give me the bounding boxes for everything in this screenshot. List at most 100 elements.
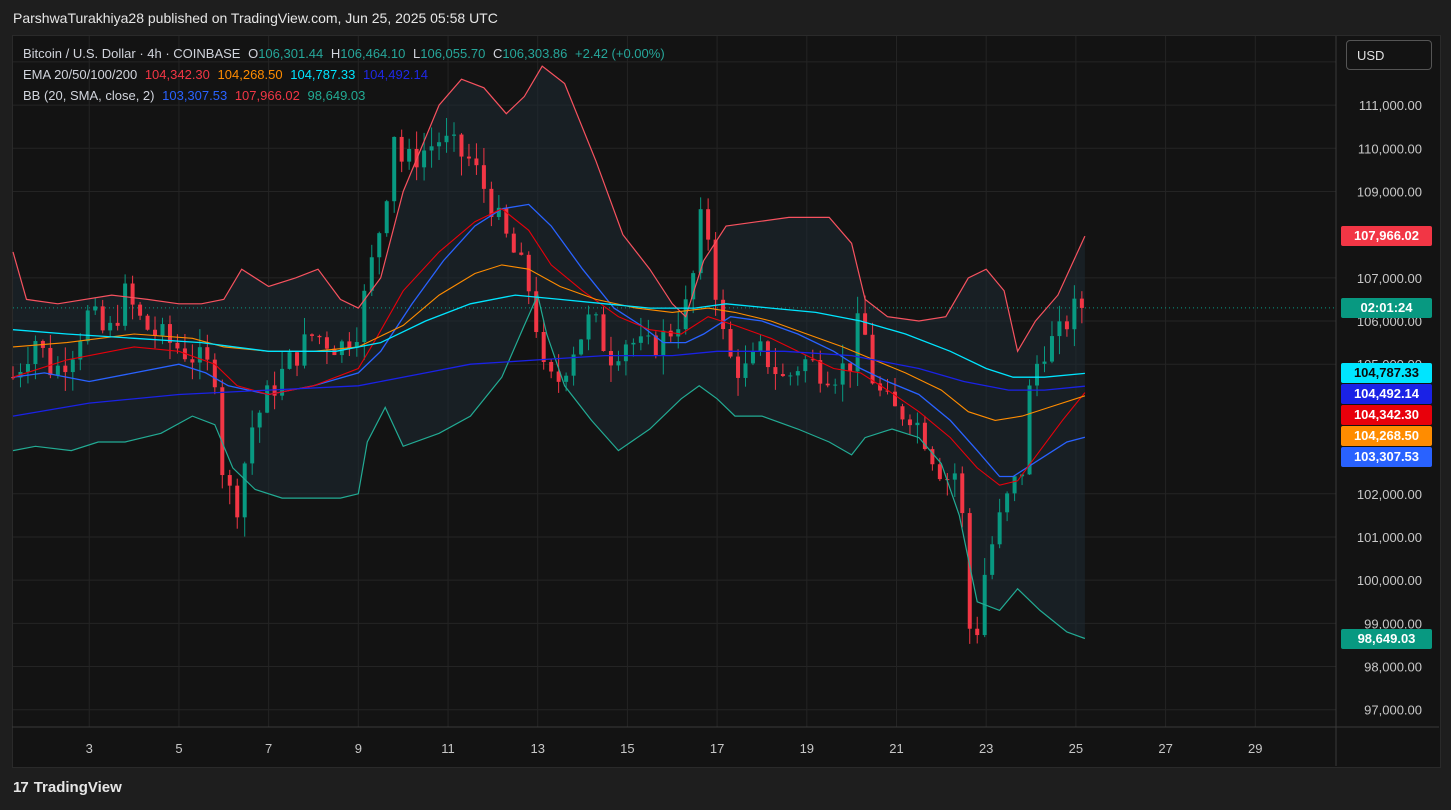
candle-up (698, 209, 703, 274)
candle-down (48, 347, 53, 376)
price-tick-label: 101,000.00 (1357, 530, 1422, 545)
candle-down (706, 209, 711, 240)
candle-down (324, 337, 329, 349)
ema50-value: 104,268.50 (217, 67, 283, 82)
candle-down (668, 330, 673, 337)
bb-lower-value: 98,649.03 (307, 88, 366, 103)
candle-up (287, 352, 292, 369)
candle-up (1035, 363, 1040, 386)
candle-up (25, 364, 30, 372)
candle-down (975, 628, 980, 636)
time-tick-label: 13 (530, 741, 544, 756)
candle-down (1079, 298, 1084, 308)
candle-up (1005, 493, 1010, 513)
time-tick-label: 29 (1248, 741, 1262, 756)
price-tick-label: 107,000.00 (1357, 271, 1422, 286)
candle-down (728, 329, 733, 357)
candle-down (541, 331, 546, 362)
candle-up (429, 146, 434, 151)
tradingview-brand[interactable]: 17 TradingView (13, 779, 122, 796)
price-tick-label: 110,000.00 (1358, 141, 1422, 156)
candle-up (1012, 476, 1017, 494)
legend-high-value: 106,464.10 (340, 46, 406, 61)
candle-down (317, 335, 322, 338)
legend-open-label: O (248, 46, 259, 61)
candle-down (900, 406, 905, 420)
ema-indicator-label[interactable]: EMA 20/50/100/200 (23, 67, 137, 82)
legend-bb-row: BB (20, SMA, close, 2) 103,307.53 107,96… (23, 88, 369, 103)
candle-down (526, 254, 531, 292)
candle-down (205, 347, 210, 360)
candle-up (990, 544, 995, 575)
legend-symbol[interactable]: Bitcoin / U.S. Dollar · 4h · COINBASE (23, 46, 240, 61)
candle-down (863, 313, 868, 335)
candle-up (257, 412, 262, 428)
candle-up (758, 341, 763, 352)
candle-down (459, 134, 464, 157)
time-tick-label: 15 (620, 741, 634, 756)
candle-up (384, 201, 389, 234)
price-tag: 98,649.03 (1341, 628, 1432, 649)
ema200-value: 104,492.14 (362, 67, 429, 82)
price-chart[interactable]: 112,000.00111,000.00110,000.00109,000.00… (0, 0, 1451, 810)
candle-down (848, 363, 853, 372)
legend-close-value: 106,303.86 (502, 46, 568, 61)
candle-up (795, 371, 800, 376)
bb-upper-value: 107,966.02 (234, 88, 300, 103)
price-tag: 104,342.30 (1341, 405, 1432, 426)
candle-up (646, 335, 651, 337)
candle-up (631, 342, 636, 345)
candle-up (1072, 298, 1077, 330)
candle-down (100, 306, 105, 331)
bb-basis-value: 103,307.53 (162, 88, 228, 103)
candle-up (123, 283, 128, 326)
candle-down (399, 136, 404, 162)
currency-button[interactable]: USD (1346, 40, 1432, 70)
candle-down (1064, 321, 1069, 330)
time-tick-label: 23 (979, 741, 993, 756)
legend-change: +2.42 (+0.00%) (575, 46, 665, 61)
candle-up (743, 363, 748, 378)
tradingview-logo-icon: 17 (13, 779, 29, 796)
candle-up (952, 473, 957, 480)
candle-down (773, 367, 778, 375)
candle-up (437, 142, 442, 147)
candle-down (825, 383, 830, 386)
time-tick-label: 7 (265, 741, 272, 756)
brand-name: TradingView (33, 779, 122, 796)
candle-up (369, 257, 374, 291)
candle-up (564, 375, 569, 382)
time-tick-label: 17 (710, 741, 724, 756)
time-tick-label: 21 (889, 741, 903, 756)
candle-down (145, 315, 150, 330)
candle-up (377, 233, 382, 258)
candle-up (833, 384, 838, 386)
candle-down (713, 239, 718, 300)
time-tick-label: 11 (441, 741, 455, 756)
candle-down (309, 334, 314, 336)
candle-down (780, 374, 785, 377)
bb-indicator-label[interactable]: BB (20, SMA, close, 2) (23, 88, 155, 103)
ema100-value: 104,787.33 (290, 67, 356, 82)
candle-up (691, 273, 696, 300)
price-tick-label: 97,000.00 (1364, 703, 1422, 718)
candle-up (1049, 336, 1054, 362)
time-tick-label: 25 (1069, 741, 1083, 756)
candle-down (474, 158, 479, 166)
candle-up (1057, 321, 1062, 337)
time-tick-label: 27 (1158, 741, 1172, 756)
candle-down (190, 359, 195, 363)
candle-down (153, 329, 158, 336)
candle-down (175, 342, 180, 349)
candle-down (466, 156, 471, 159)
candle-up (1042, 361, 1047, 364)
candle-up (803, 359, 808, 372)
candle-down (601, 314, 606, 351)
candle-up (444, 135, 449, 143)
candle-up (638, 336, 643, 343)
candle-up (407, 148, 412, 162)
candle-up (70, 359, 75, 373)
candle-up (93, 306, 98, 311)
legend-ema-row: EMA 20/50/100/200 104,342.30 104,268.50 … (23, 67, 432, 82)
price-tag: 104,787.33 (1341, 363, 1432, 384)
